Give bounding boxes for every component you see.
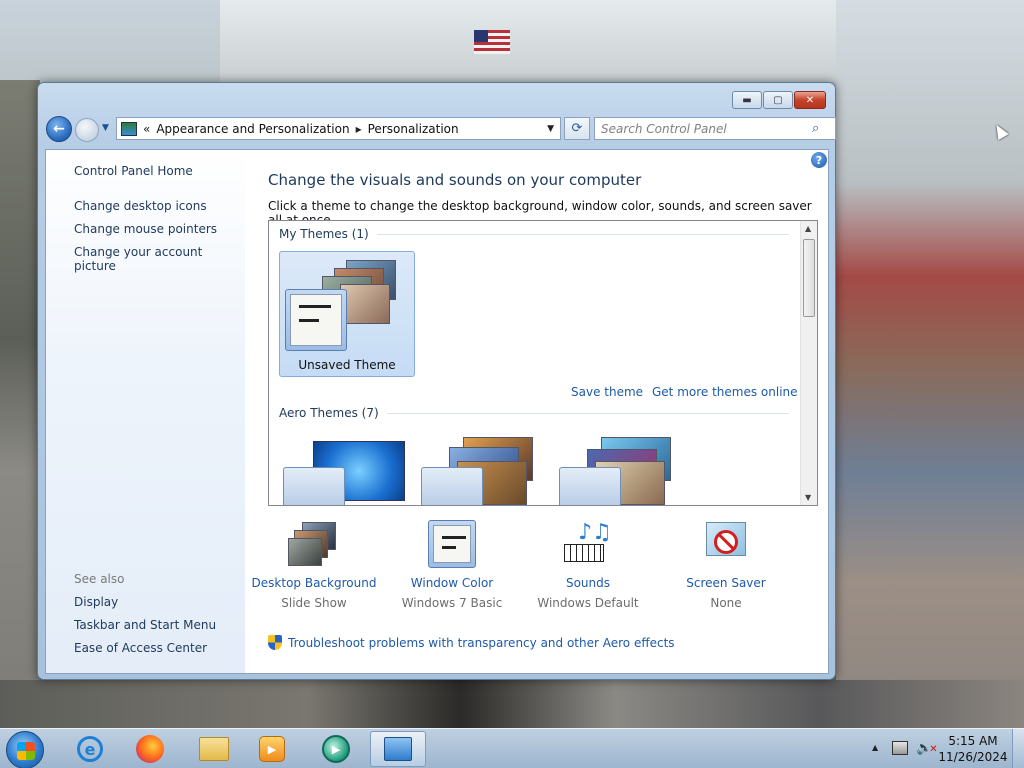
taskbar-wmp-button[interactable]: ▶ <box>308 731 364 767</box>
aero-theme-landscapes[interactable] <box>555 437 691 505</box>
address-dropdown-icon[interactable]: ▼ <box>547 124 554 134</box>
internet-explorer-icon: e <box>77 736 103 762</box>
sounds-item[interactable]: ♪♫ Sounds Windows Default <box>518 520 658 610</box>
sounds-icon: ♪♫ <box>562 520 614 568</box>
uac-shield-icon <box>268 635 282 650</box>
aero-theme-architecture[interactable] <box>417 437 553 505</box>
clock-time: 5:15 AM <box>948 734 998 748</box>
maximize-button[interactable]: ▢ <box>763 91 793 109</box>
clock-date: 11/26/2024 <box>938 750 1008 764</box>
control-panel-icon <box>121 121 137 136</box>
see-also-heading: See also <box>74 572 125 586</box>
notification-area: ▲ 🔈✕ 5:15 AM 11/26/2024 <box>866 729 1024 768</box>
recent-pages-dropdown[interactable]: ▼ <box>102 123 109 133</box>
address-bar[interactable]: « Appearance and Personalization ▸ Perso… <box>116 117 561 140</box>
sounds-value: Windows Default <box>537 596 639 610</box>
desktop-background-link[interactable]: Desktop Background <box>244 576 384 590</box>
scroll-down-icon[interactable]: ▼ <box>805 493 811 502</box>
screen-saver-icon <box>700 520 752 568</box>
navigation-bar: ← ▼ « Appearance and Personalization ▸ P… <box>46 115 836 145</box>
folder-icon <box>199 737 229 761</box>
change-mouse-pointers-link[interactable]: Change mouse pointers <box>74 222 217 236</box>
desktop-background-item[interactable]: Desktop Background Slide Show <box>244 520 384 610</box>
caption-buttons: ▬ ▢ ✕ <box>732 91 826 109</box>
control-panel-taskbar-icon <box>384 737 412 761</box>
window-color-icon <box>426 520 478 568</box>
scroll-up-icon[interactable]: ▲ <box>805 224 811 233</box>
firefox-icon <box>136 735 164 763</box>
control-panel-home-link[interactable]: Control Panel Home <box>74 164 193 178</box>
aero-theme-windows7[interactable] <box>279 437 415 505</box>
screen-saver-item[interactable]: Screen Saver None <box>656 520 796 610</box>
show-hidden-icons-icon[interactable]: ▲ <box>872 743 878 752</box>
display-link[interactable]: Display <box>74 595 118 609</box>
help-icon[interactable]: ? <box>811 152 827 168</box>
window-color-link[interactable]: Window Color <box>382 576 522 590</box>
wallpaper-sky <box>220 0 860 82</box>
breadcrumb-appearance[interactable]: Appearance and Personalization <box>156 122 349 136</box>
wallpaper-left <box>0 80 40 728</box>
personalization-window[interactable]: ▬ ▢ ✕ ← ▼ « Appearance and Personalizati… <box>37 82 836 680</box>
taskbar-media-center-button[interactable]: ▶ <box>244 731 300 767</box>
my-themes-header: My Themes (1) <box>279 227 789 241</box>
taskbar-start-menu-link[interactable]: Taskbar and Start Menu <box>74 618 216 632</box>
aero-themes-header: Aero Themes (7) <box>279 406 789 420</box>
desktop-background-value: Slide Show <box>281 596 347 610</box>
search-input[interactable] <box>595 118 810 139</box>
breadcrumb-separator-icon[interactable]: ▸ <box>356 122 362 136</box>
wallpaper-flag <box>474 30 510 54</box>
taskbar-ie-button[interactable]: e <box>62 731 118 767</box>
forward-button[interactable] <box>75 118 99 142</box>
my-themes-label: My Themes (1) <box>279 227 369 241</box>
taskbar-firefox-button[interactable] <box>122 731 178 767</box>
aero-themes-label: Aero Themes (7) <box>279 406 379 420</box>
page-title: Change the visuals and sounds on your co… <box>268 171 642 189</box>
network-icon[interactable] <box>892 741 908 755</box>
windows-media-player-icon: ▶ <box>322 735 350 763</box>
breadcrumb-prefix[interactable]: « <box>143 122 150 136</box>
wallpaper-crowd <box>836 0 1024 728</box>
back-button[interactable]: ← <box>46 116 72 142</box>
screen-saver-value: None <box>710 596 742 610</box>
refresh-icon: ⟳ <box>571 121 583 136</box>
theme-window-preview <box>285 289 347 351</box>
change-desktop-icons-link[interactable]: Change desktop icons <box>74 199 207 213</box>
start-button[interactable] <box>6 731 44 768</box>
get-more-themes-link[interactable]: Get more themes online <box>652 385 798 399</box>
sounds-link[interactable]: Sounds <box>518 576 658 590</box>
search-box[interactable]: ⌕ <box>594 117 836 140</box>
screen-saver-link[interactable]: Screen Saver <box>656 576 796 590</box>
taskbar: e ▶ ▶ ▲ 🔈✕ 5:15 AM 11/26/2024 <box>0 728 1024 768</box>
window-color-value: Windows 7 Basic <box>401 596 503 610</box>
refresh-button[interactable]: ⟳ <box>564 117 590 140</box>
task-pane: Control Panel Home Change desktop icons … <box>46 150 245 673</box>
breadcrumb-personalization[interactable]: Personalization <box>368 122 459 136</box>
ease-of-access-link[interactable]: Ease of Access Center <box>74 641 207 655</box>
desktop-background-icon <box>288 520 340 568</box>
close-button[interactable]: ✕ <box>794 91 826 109</box>
wallpaper-bottom <box>0 680 1024 728</box>
theme-list[interactable]: My Themes (1) Unsaved Theme Save theme G… <box>268 220 818 506</box>
unsaved-theme-tile[interactable]: Unsaved Theme <box>279 251 415 377</box>
show-desktop-button[interactable] <box>1012 729 1024 768</box>
windows-logo-icon <box>17 742 35 760</box>
volume-muted-icon[interactable]: 🔈✕ <box>916 741 938 756</box>
theme-settings-row: Desktop Background Slide Show Window Col… <box>246 520 828 620</box>
media-player-icon: ▶ <box>259 736 285 762</box>
taskbar-control-panel-button[interactable] <box>370 731 426 767</box>
unsaved-theme-label: Unsaved Theme <box>298 358 396 372</box>
scroll-thumb[interactable] <box>803 239 815 317</box>
window-client-area: Control Panel Home Change desktop icons … <box>45 149 829 674</box>
troubleshoot-label[interactable]: Troubleshoot problems with transparency … <box>288 636 675 650</box>
main-pane: ? Change the visuals and sounds on your … <box>246 150 828 673</box>
taskbar-explorer-button[interactable] <box>186 731 242 767</box>
change-account-picture-link[interactable]: Change your account picture <box>74 245 245 273</box>
theme-list-scrollbar[interactable]: ▲ ▼ <box>800 221 817 505</box>
save-theme-link[interactable]: Save theme <box>571 385 643 399</box>
window-color-item[interactable]: Window Color Windows 7 Basic <box>382 520 522 610</box>
search-icon[interactable]: ⌕ <box>812 121 819 136</box>
clock[interactable]: 5:15 AM 11/26/2024 <box>938 733 1008 765</box>
troubleshoot-aero-link[interactable]: Troubleshoot problems with transparency … <box>268 635 675 650</box>
minimize-button[interactable]: ▬ <box>732 91 762 109</box>
